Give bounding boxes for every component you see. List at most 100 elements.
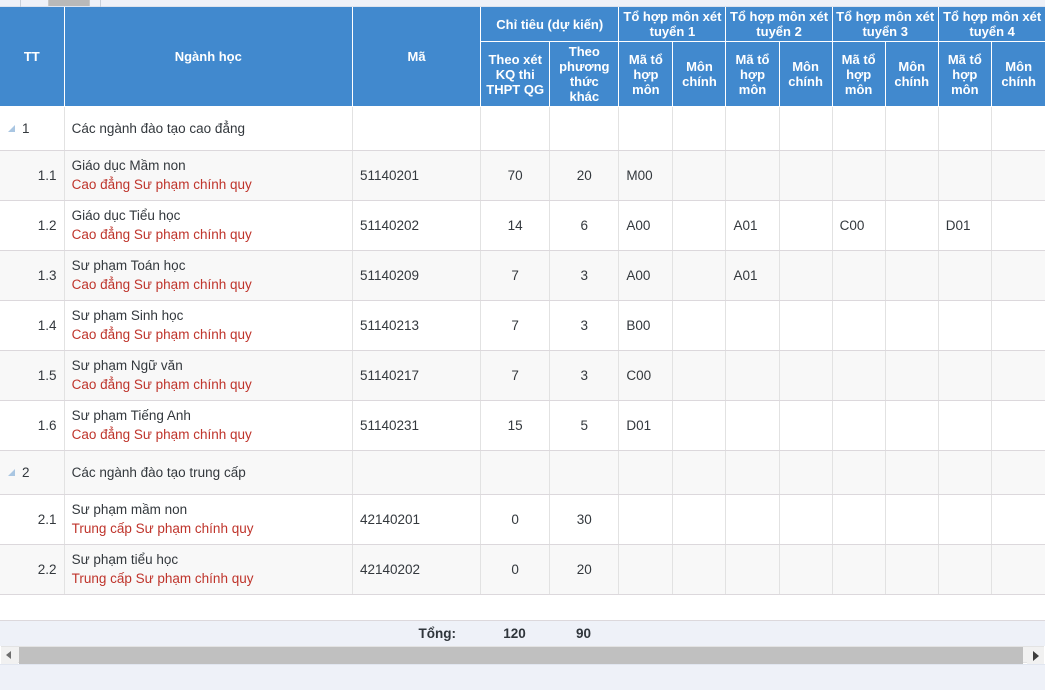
program-name: Sư phạm Sinh học — [71, 308, 184, 323]
cell-mon-chinh-4 — [991, 400, 1045, 451]
horizontal-scrollbar[interactable] — [1, 646, 1044, 664]
cell-mon-chinh-4 — [991, 494, 1045, 545]
cell-ma-to-hop-3 — [832, 350, 886, 401]
program-name: Sư phạm tiểu học — [71, 552, 179, 567]
cell-tt: 1.6 — [0, 400, 65, 451]
scroll-left-arrow-icon[interactable] — [1, 647, 18, 664]
header-to-hop-1[interactable]: Tổ hợp môn xét tuyển 1 — [618, 7, 727, 42]
collapse-triangle-icon[interactable] — [8, 125, 15, 132]
table-row[interactable]: 1.5 Sư phạm Ngữ văn Cao đẳng Sư phạm chính… — [0, 350, 1045, 401]
program-type: Cao đẳng Sư phạm chính quy — [71, 377, 252, 392]
cell-ma: 51140202 — [352, 200, 482, 251]
header-nganh-hoc[interactable]: Ngành học — [64, 7, 353, 107]
header-ma-to-hop-mon-2[interactable]: Mã tổ hợp môn — [725, 41, 780, 107]
cell-mon-chinh-3 — [885, 200, 939, 251]
table-footer-totals: Tổng: 120 90 — [0, 620, 1045, 646]
group-collapse-toggle[interactable]: 1 — [0, 106, 65, 151]
toolbar-divider-left — [20, 0, 21, 7]
cell-ma-to-hop-3 — [832, 544, 886, 595]
cell-ma-to-hop-3: C00 — [832, 200, 886, 251]
grid-viewport[interactable]: TT Ngành học Mã Chỉ tiêu (dự kiến) Tổ hợ… — [0, 7, 1045, 690]
cell-kq — [480, 450, 551, 495]
cell-kq: 14 — [480, 200, 551, 251]
cell-mon-chinh-4 — [991, 450, 1045, 495]
cell-ma-to-hop-2 — [725, 300, 780, 351]
header-to-hop-2[interactable]: Tổ hợp môn xét tuyển 2 — [725, 7, 833, 42]
cell-ma-to-hop-2 — [725, 450, 780, 495]
cell-kq: 0 — [480, 544, 551, 595]
header-to-hop-4[interactable]: Tổ hợp môn xét tuyển 4 — [938, 7, 1045, 42]
collapse-triangle-icon[interactable] — [8, 469, 15, 476]
header-to-hop-3[interactable]: Tổ hợp môn xét tuyển 3 — [832, 7, 939, 42]
table-row[interactable]: 1.1 Giáo dục Mầm non Cao đẳng Sư phạm chín… — [0, 150, 1045, 201]
cell-nganh-hoc: Giáo dục Tiểu học Cao đẳng Sư phạm chính … — [64, 200, 353, 251]
cell-khac: 20 — [549, 150, 620, 201]
cell-ma-to-hop-3 — [832, 106, 886, 151]
group-collapse-toggle[interactable]: 2 — [0, 450, 65, 495]
cell-mon-chinh-3 — [885, 250, 939, 301]
cell-mon-chinh-2 — [779, 150, 833, 201]
cell-mon-chinh-1 — [672, 200, 727, 251]
header-mon-chinh-2[interactable]: Môn chính — [779, 41, 833, 107]
cell-mon-chinh-3 — [885, 494, 939, 545]
scroll-right-arrow-icon[interactable] — [1027, 647, 1044, 664]
cell-khac: 3 — [549, 350, 620, 401]
table-group-row[interactable]: 2 Các ngành đào tạo trung cấp — [0, 450, 1045, 495]
cell-mon-chinh-2 — [779, 450, 833, 495]
program-name: Giáo dục Tiểu học — [71, 208, 181, 223]
cell-nganh-hoc: Sư phạm mầm non Trung cấp Sư phạm chính q… — [64, 494, 353, 545]
cell-ma — [352, 106, 482, 151]
cell-ma-to-hop-4 — [938, 544, 992, 595]
cell-khac: 5 — [549, 400, 620, 451]
cell-mon-chinh-4 — [991, 544, 1045, 595]
header-mon-chinh-1[interactable]: Môn chính — [672, 41, 727, 107]
header-ma-to-hop-mon-4[interactable]: Mã tổ hợp môn — [938, 41, 992, 107]
cell-mon-chinh-1 — [672, 106, 727, 151]
header-tt[interactable]: TT — [0, 7, 65, 107]
toolbar-divider-right — [100, 0, 101, 7]
header-ma[interactable]: Mã — [352, 7, 482, 107]
header-mon-chinh-4[interactable]: Môn chính — [991, 41, 1045, 107]
cell-tt: 1.2 — [0, 200, 65, 251]
table-row[interactable]: 2.2 Sư phạm tiểu học Trung cấp Sư phạm chí… — [0, 544, 1045, 595]
cell-kq — [480, 106, 551, 151]
cell-tt: 1.5 — [0, 350, 65, 401]
cell-ma: 51140231 — [352, 400, 482, 451]
program-type: Cao đẳng Sư phạm chính quy — [71, 327, 252, 342]
cell-tt: 2.2 — [0, 544, 65, 595]
cell-ma-to-hop-1 — [618, 450, 674, 495]
scrollbar-thumb[interactable] — [19, 647, 1023, 664]
header-chi-tieu-group[interactable]: Chỉ tiêu (dự kiến) — [480, 7, 620, 42]
cell-tt: 1.1 — [0, 150, 65, 201]
cell-ma-to-hop-2: A01 — [725, 200, 780, 251]
table-row[interactable]: 1.2 Giáo dục Tiểu học Cao đẳng Sư phạm chí… — [0, 200, 1045, 251]
cell-khac: 3 — [549, 300, 620, 351]
header-mon-chinh-3[interactable]: Môn chính — [885, 41, 939, 107]
cell-ma-to-hop-2 — [725, 350, 780, 401]
cell-mon-chinh-1 — [672, 300, 727, 351]
cell-ma: 42140201 — [352, 494, 482, 545]
table-row[interactable]: 1.6 Sư phạm Tiếng Anh Cao đẳng Sư phạm chí… — [0, 400, 1045, 451]
cell-tt: 2.1 — [0, 494, 65, 545]
toolbar-button-remnant[interactable] — [48, 0, 90, 6]
program-name: Sư phạm mầm non — [71, 502, 188, 517]
header-ma-to-hop-mon-3[interactable]: Mã tổ hợp môn — [832, 41, 886, 107]
footer-total-kq: 120 — [503, 626, 526, 641]
table-row[interactable]: 2.1 Sư phạm mầm non Trung cấp Sư phạm chín… — [0, 494, 1045, 545]
program-type: Cao đẳng Sư phạm chính quy — [71, 177, 252, 192]
cell-mon-chinh-4 — [991, 250, 1045, 301]
cell-ma-to-hop-3 — [832, 150, 886, 201]
cell-nganh-hoc: Sư phạm Toán học Cao đẳng Sư phạm chính q… — [64, 250, 353, 301]
cell-mon-chinh-4 — [991, 350, 1045, 401]
table-row[interactable]: 1.4 Sư phạm Sinh học Cao đẳng Sư phạm chín… — [0, 300, 1045, 351]
cell-ma-to-hop-2 — [725, 494, 780, 545]
cell-mon-chinh-4 — [991, 200, 1045, 251]
table-group-row[interactable]: 1 Các ngành đào tạo cao đẳng — [0, 106, 1045, 151]
header-ma-to-hop-mon-1[interactable]: Mã tổ hợp môn — [618, 41, 674, 107]
header-theo-xet-kq[interactable]: Theo xét KQ thi THPT QG — [480, 41, 551, 107]
table-row[interactable]: 1.3 Sư phạm Toán học Cao đẳng Sư phạm chín… — [0, 250, 1045, 301]
cell-ma-to-hop-3 — [832, 250, 886, 301]
cell-mon-chinh-1 — [672, 494, 727, 545]
cell-nganh-hoc: Sư phạm tiểu học Trung cấp Sư phạm chính … — [64, 544, 353, 595]
header-theo-phuong-thuc-khac[interactable]: Theo phương thức khác — [549, 41, 620, 107]
